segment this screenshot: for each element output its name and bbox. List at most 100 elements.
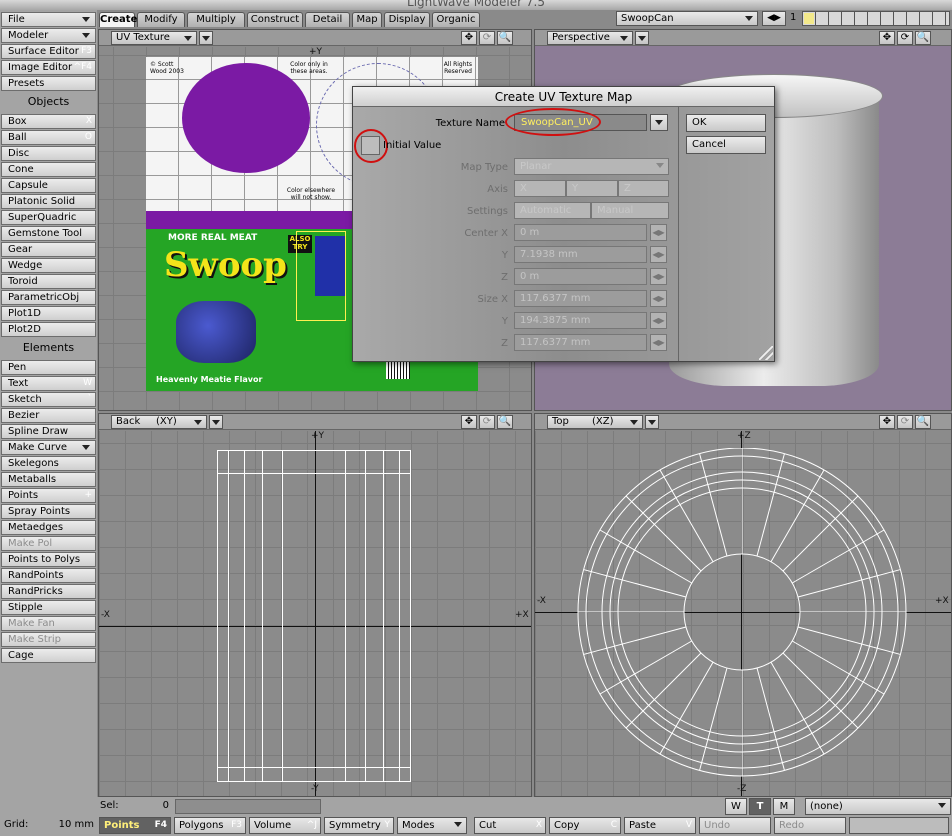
tab-detail[interactable]: Detail xyxy=(305,12,350,27)
sidebar-text-button[interactable]: Text W xyxy=(1,376,96,391)
sidebar-spray-points-button[interactable]: Spray Points xyxy=(1,504,96,519)
center-y-field[interactable]: 7.1938 mm xyxy=(514,246,647,263)
size-y-field[interactable]: 194.3875 mm xyxy=(514,312,647,329)
redo-button[interactable]: Redo xyxy=(774,817,846,834)
sidebar-points-button[interactable]: Points + xyxy=(1,488,96,503)
center-x-stepper[interactable]: ◀▶ xyxy=(650,224,667,241)
sidebar-gemstone-tool-button[interactable]: Gemstone Tool xyxy=(1,226,96,241)
viewport-options-dropdown[interactable] xyxy=(635,31,649,45)
sidebar-plot1d-button[interactable]: Plot1D xyxy=(1,306,96,321)
sidebar-cone-button[interactable]: Cone xyxy=(1,162,96,177)
center-x-field[interactable]: 0 m xyxy=(514,224,647,241)
move-view-icon[interactable]: ✥ xyxy=(879,31,895,45)
viewport-type-dropdown[interactable]: UV Texture xyxy=(111,31,197,45)
rotate-view-icon[interactable]: ⟳ xyxy=(479,415,495,429)
sidebar-cage-button[interactable]: Cage xyxy=(1,648,96,663)
sidebar-points-to-polys-button[interactable]: Points to Polys xyxy=(1,552,96,567)
viewport-type-dropdown[interactable]: Back (XY) xyxy=(111,415,207,429)
axis-y-button[interactable]: Y xyxy=(566,180,618,197)
sidebar-make-strip-button[interactable]: Make Strip xyxy=(1,632,96,647)
sidebar-pen-button[interactable]: Pen xyxy=(1,360,96,375)
center-z-stepper[interactable]: ◀▶ xyxy=(650,268,667,285)
active-layer-indicator[interactable] xyxy=(804,13,814,24)
rotate-view-icon[interactable]: ⟳ xyxy=(897,415,913,429)
points-mode-button[interactable]: Points F4 xyxy=(99,817,171,834)
wireframe-toggle[interactable]: W xyxy=(725,798,747,815)
sidebar-file-button[interactable]: File xyxy=(1,12,96,27)
sidebar-surface-editor-button[interactable]: Surface Editor F3 xyxy=(1,44,96,59)
layer-bank[interactable] xyxy=(802,11,950,26)
sidebar-gear-button[interactable]: Gear xyxy=(1,242,96,257)
settings-automatic-button[interactable]: Automatic xyxy=(514,202,591,219)
rotate-view-icon[interactable]: ⟳ xyxy=(897,31,913,45)
symmetry-button[interactable]: Symmetry Y xyxy=(324,817,394,834)
zoom-view-icon[interactable]: 🔍 xyxy=(915,31,931,45)
size-x-stepper[interactable]: ◀▶ xyxy=(650,290,667,307)
tab-display[interactable]: Display xyxy=(384,12,430,27)
zoom-view-icon[interactable]: 🔍 xyxy=(497,415,513,429)
tab-map[interactable]: Map xyxy=(352,12,382,27)
size-x-field[interactable]: 117.6377 mm xyxy=(514,290,647,307)
sidebar-presets-button[interactable]: Presets xyxy=(1,76,96,91)
move-view-icon[interactable]: ✥ xyxy=(461,415,477,429)
undo-button[interactable]: Undo xyxy=(699,817,771,834)
move-view-icon[interactable]: ✥ xyxy=(461,31,477,45)
sidebar-superquadric-button[interactable]: SuperQuadric xyxy=(1,210,96,225)
zoom-view-icon[interactable]: 🔍 xyxy=(497,31,513,45)
sidebar-metaballs-button[interactable]: Metaballs xyxy=(1,472,96,487)
zoom-view-icon[interactable]: 🔍 xyxy=(915,415,931,429)
viewport-back[interactable]: Back (XY) ✥ ⟳ 🔍 +Y -X +X -Y xyxy=(98,413,532,797)
layer-prev-next-button[interactable]: ◀▶ xyxy=(762,11,786,26)
viewport-type-dropdown[interactable]: Perspective xyxy=(547,31,633,45)
tab-organic[interactable]: Organic xyxy=(432,12,480,27)
viewport-options-dropdown[interactable] xyxy=(199,31,213,45)
viewport-options-dropdown[interactable] xyxy=(645,415,659,429)
material-toggle[interactable]: M xyxy=(773,798,795,815)
size-y-stepper[interactable]: ◀▶ xyxy=(650,312,667,329)
sidebar-metaedges-button[interactable]: Metaedges xyxy=(1,520,96,535)
texture-toggle[interactable]: T xyxy=(749,798,771,815)
tab-create[interactable]: Create xyxy=(99,12,137,27)
sidebar-modeler-button[interactable]: Modeler xyxy=(1,28,96,43)
volume-mode-button[interactable]: Volume ^J xyxy=(249,817,321,834)
axis-x-button[interactable]: X xyxy=(514,180,566,197)
sidebar-spline-draw-button[interactable]: Spline Draw xyxy=(1,424,96,439)
sidebar-stipple-button[interactable]: Stipple xyxy=(1,600,96,615)
sidebar-wedge-button[interactable]: Wedge xyxy=(1,258,96,273)
modes-dropdown[interactable]: Modes xyxy=(397,817,467,834)
sidebar-randpricks-button[interactable]: RandPricks xyxy=(1,584,96,599)
paste-button[interactable]: Paste V xyxy=(624,817,696,834)
polygons-mode-button[interactable]: Polygons F3 xyxy=(174,817,246,834)
rotate-view-icon[interactable]: ⟳ xyxy=(479,31,495,45)
sidebar-plot2d-button[interactable]: Plot2D xyxy=(1,322,96,337)
size-z-field[interactable]: 117.6377 mm xyxy=(514,334,647,351)
viewport-type-dropdown[interactable]: Top (XZ) xyxy=(547,415,643,429)
surface-dropdown[interactable]: (none) xyxy=(805,798,951,815)
texture-name-dropdown[interactable] xyxy=(650,114,668,131)
sidebar-ball-button[interactable]: Ball O xyxy=(1,130,96,145)
sidebar-make-curve-button[interactable]: Make Curve xyxy=(1,440,96,455)
tab-construct[interactable]: Construct xyxy=(247,12,303,27)
sidebar-bezier-button[interactable]: Bezier xyxy=(1,408,96,423)
sidebar-make-pol-button[interactable]: Make Pol xyxy=(1,536,96,551)
sidebar-sketch-button[interactable]: Sketch ` xyxy=(1,392,96,407)
size-z-stepper[interactable]: ◀▶ xyxy=(650,334,667,351)
object-selector[interactable]: SwoopCan xyxy=(616,11,758,26)
ok-button[interactable]: OK xyxy=(686,114,766,132)
sidebar-make-fan-button[interactable]: Make Fan xyxy=(1,616,96,631)
settings-manual-button[interactable]: Manual xyxy=(591,202,669,219)
tab-modify[interactable]: Modify xyxy=(137,12,185,27)
sidebar-capsule-button[interactable]: Capsule xyxy=(1,178,96,193)
sidebar-parametricobj-button[interactable]: ParametricObj xyxy=(1,290,96,305)
cut-button[interactable]: Cut X xyxy=(474,817,546,834)
center-y-stepper[interactable]: ◀▶ xyxy=(650,246,667,263)
sidebar-image-editor-button[interactable]: Image Editor ^F4 xyxy=(1,60,96,75)
resize-grip-icon[interactable] xyxy=(759,346,773,360)
axis-z-button[interactable]: Z xyxy=(618,180,669,197)
move-view-icon[interactable]: ✥ xyxy=(879,415,895,429)
sidebar-skelegons-button[interactable]: Skelegons xyxy=(1,456,96,471)
sidebar-disc-button[interactable]: Disc xyxy=(1,146,96,161)
map-type-dropdown[interactable]: Planar xyxy=(514,158,669,175)
center-z-field[interactable]: 0 m xyxy=(514,268,647,285)
cancel-button[interactable]: Cancel xyxy=(686,136,766,154)
